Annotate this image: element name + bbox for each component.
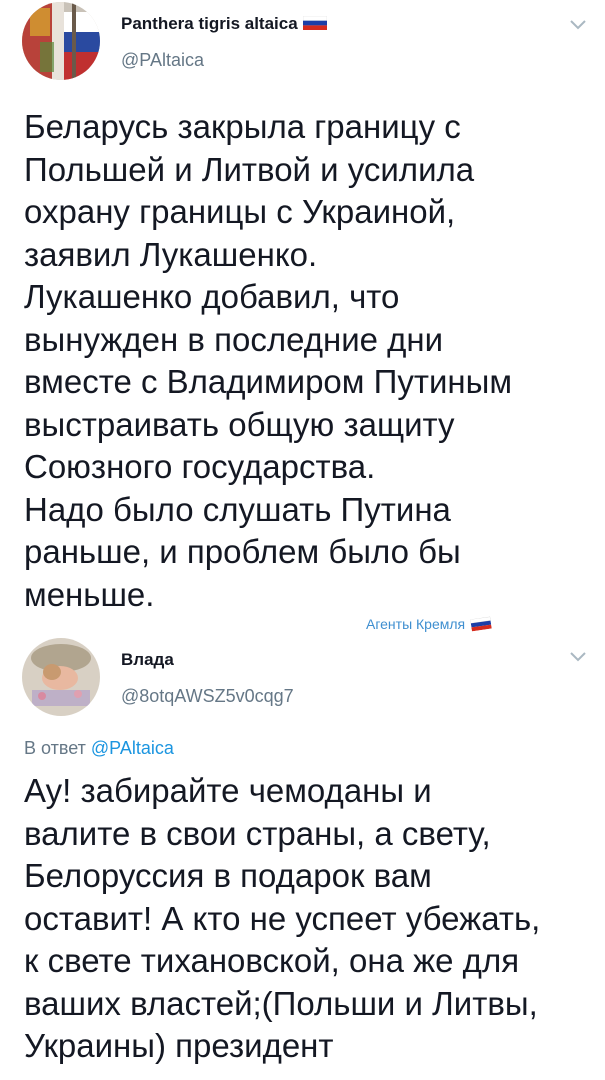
- text-line: Польшей и Литвой и усилила: [24, 150, 475, 188]
- author-name[interactable]: Влада: [121, 650, 174, 670]
- text-line: выстраивать общую защиту: [24, 405, 455, 443]
- chevron-down-icon[interactable]: [568, 18, 588, 32]
- author-handle[interactable]: @PAltaica: [121, 50, 204, 71]
- author-name[interactable]: Panthera tigris altaica: [121, 14, 328, 34]
- text-line: Надо было слушать Путина: [24, 490, 451, 528]
- text-line: валите в свои страны, а свету,: [24, 814, 491, 852]
- text-line: охрану границы с Украиной,: [24, 193, 456, 230]
- text-line: меньше.: [24, 575, 155, 613]
- text-line: Белоруссия в подарок вам: [24, 857, 432, 894]
- text-line: вместе с Владимиром Путиным: [24, 363, 513, 400]
- text-line: вынужден в последние дни: [24, 320, 444, 358]
- tweet-2-text: Ау! забирайте чемоданы и валите в свои с…: [24, 770, 594, 1068]
- tweet-1-text: Беларусь закрыла границу с Польшей и Лит…: [24, 106, 594, 616]
- text-line: оставит! А кто не успеет убежать,: [24, 899, 541, 937]
- avatar-flags-image: [22, 2, 100, 80]
- tweet-1: Panthera tigris altaica @PAltaica Белару…: [0, 0, 605, 640]
- text-line: ваших властей;(Польши и Литвы,: [24, 984, 538, 1022]
- avatar[interactable]: [22, 2, 100, 80]
- text-line: Союзного государства.: [24, 448, 376, 485]
- tweet-2: Влада @8otqAWSZ5v0cqg7 В ответ @PAltaica…: [0, 630, 605, 1080]
- russian-flag-icon: [303, 15, 328, 30]
- reply-prefix: В ответ: [24, 738, 86, 758]
- text-line: Лукашенко добавил, что: [24, 278, 400, 315]
- author-handle[interactable]: @8otqAWSZ5v0cqg7: [121, 686, 294, 707]
- avatar[interactable]: [22, 638, 100, 716]
- text-line: Беларусь закрыла границу с: [24, 108, 461, 145]
- text-line: заявил Лукашенко.: [24, 235, 318, 273]
- text-line: раньше, и проблем было бы: [24, 533, 461, 570]
- reply-context: В ответ @PAltaica: [24, 738, 174, 759]
- avatar-photo-image: [22, 638, 100, 716]
- chevron-down-icon[interactable]: [568, 650, 588, 664]
- text-line: Ау! забирайте чемоданы и: [24, 772, 432, 809]
- reply-mention-link[interactable]: @PAltaica: [91, 738, 174, 758]
- text-line: к свете тихановской, она же для: [24, 942, 520, 979]
- text-line: Украины) президент: [24, 1027, 334, 1064]
